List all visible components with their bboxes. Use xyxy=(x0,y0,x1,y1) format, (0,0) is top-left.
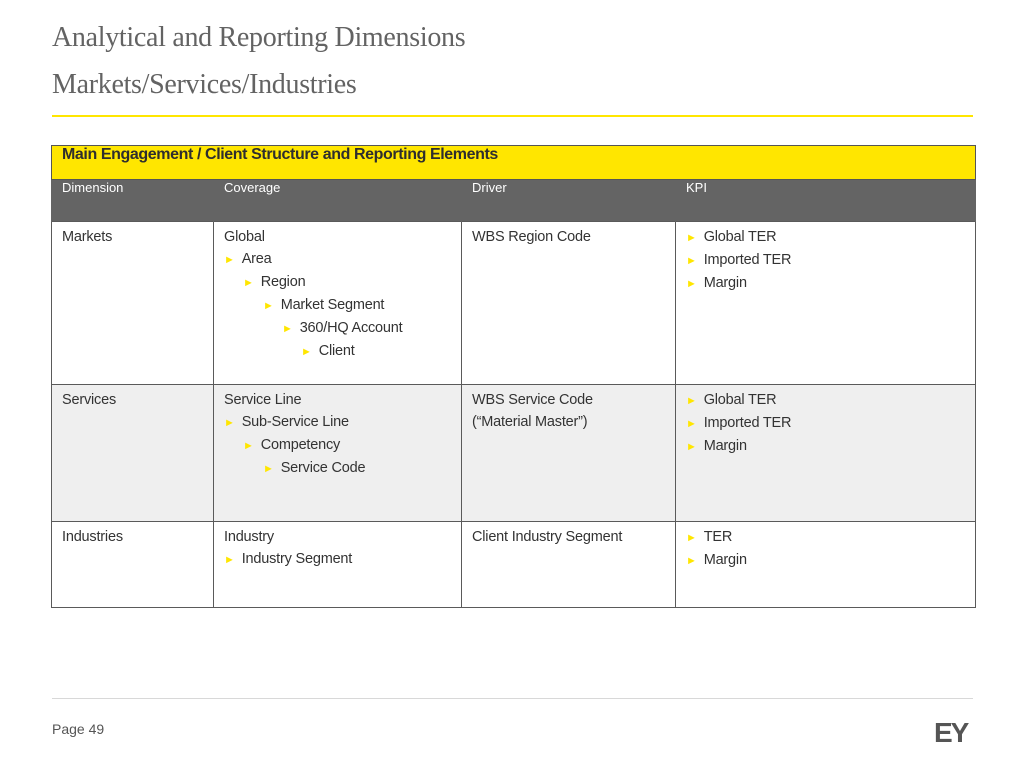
bullet-arrow-icon: ► xyxy=(224,554,235,566)
driver-line: Client Industry Segment xyxy=(472,526,665,548)
item-text: WBS Service Code xyxy=(472,392,593,408)
dimension-cell: Industries xyxy=(51,521,214,608)
title-divider xyxy=(52,115,973,117)
bullet-arrow-icon: ► xyxy=(243,277,254,289)
item-text: Sub-Service Line xyxy=(241,414,349,430)
kpi-item: ► Margin xyxy=(686,549,965,572)
item-text: Global TER xyxy=(703,229,777,245)
driver-line: WBS Region Code xyxy=(472,226,665,248)
driver-cell: WBS Service Code (“Material Master”) xyxy=(461,384,676,522)
kpi-item: ► Imported TER xyxy=(686,412,965,435)
coverage-cell: Industry ► Industry Segment xyxy=(213,521,462,608)
coverage-item: ► Region xyxy=(224,271,451,294)
item-text: Margin xyxy=(703,552,747,568)
page-title: Analytical and Reporting Dimensions xyxy=(52,22,466,53)
bullet-arrow-icon: ► xyxy=(686,555,697,567)
coverage-item: ► Area xyxy=(224,248,451,271)
bullet-arrow-icon: ► xyxy=(686,418,697,430)
item-text: Margin xyxy=(703,275,747,291)
coverage-cell: Global ► Area ► Region ► Market Segment ► 360/HQ… xyxy=(213,221,462,385)
item-text: Industry Segment xyxy=(241,551,353,567)
coverage-cell: Service Line ► Sub-Service Line ► Competency… xyxy=(213,384,462,522)
bullet-arrow-icon: ► xyxy=(686,255,697,267)
bullet-arrow-icon: ► xyxy=(686,395,697,407)
coverage-item: ► Competency xyxy=(224,434,451,457)
table-banner: Main Engagement / Client Structure and R… xyxy=(51,145,976,180)
bullet-arrow-icon: ► xyxy=(243,440,254,452)
item-text: Client xyxy=(318,343,355,359)
driver-line: (“Material Master”) xyxy=(472,411,665,433)
coverage-item: ► Service Code xyxy=(224,457,451,480)
dimension-cell: Markets xyxy=(51,221,214,385)
bullet-arrow-icon: ► xyxy=(224,254,235,266)
bullet-arrow-icon: ► xyxy=(686,278,697,290)
item-text: Market Segment xyxy=(280,297,385,313)
table-row: Industries Industry ► Industry Segment Cli… xyxy=(51,521,976,608)
bullet-arrow-icon: ► xyxy=(263,463,274,475)
bullet-arrow-icon: ► xyxy=(263,300,274,312)
column-header-driver: Driver xyxy=(461,179,676,222)
item-text: Industry xyxy=(224,529,274,545)
item-text: Region xyxy=(260,274,306,290)
page-number: Page 49 xyxy=(52,721,105,737)
coverage-item: ► Client xyxy=(224,340,451,363)
table-row: Services Service Line ► Sub-Service Line ► C… xyxy=(51,384,976,522)
item-text: Global TER xyxy=(703,392,777,408)
table-row: Markets Global ► Area ► Region ► Market Segmen… xyxy=(51,221,976,385)
column-header-dimension: Dimension xyxy=(51,179,214,222)
item-text: Imported TER xyxy=(703,415,792,431)
coverage-item: ► 360/HQ Account xyxy=(224,317,451,340)
kpi-item: ► Margin xyxy=(686,435,965,458)
bullet-arrow-icon: ► xyxy=(686,532,697,544)
bullet-arrow-icon: ► xyxy=(224,417,235,429)
dimensions-table: Main Engagement / Client Structure and R… xyxy=(51,145,976,608)
kpi-item: ► Margin xyxy=(686,272,965,295)
coverage-item: ► Sub-Service Line xyxy=(224,411,451,434)
footer-divider xyxy=(52,698,973,699)
ey-logo: EY xyxy=(934,717,969,748)
kpi-cell: ► Global TER ► Imported TER ► Margin xyxy=(675,221,976,385)
dimension-cell: Services xyxy=(51,384,214,522)
driver-cell: Client Industry Segment xyxy=(461,521,676,608)
item-text: (“Material Master”) xyxy=(472,414,588,430)
item-text: Client Industry Segment xyxy=(472,529,623,545)
coverage-item: Global xyxy=(224,226,451,248)
coverage-item: ► Market Segment xyxy=(224,294,451,317)
item-text: Margin xyxy=(703,438,747,454)
item-text: TER xyxy=(703,529,733,545)
coverage-item: Service Line xyxy=(224,389,451,411)
item-text: Global xyxy=(224,229,265,245)
kpi-item: ► Global TER xyxy=(686,389,965,412)
page-subtitle: Markets/Services/Industries xyxy=(52,69,357,100)
item-text: WBS Region Code xyxy=(472,229,591,245)
bullet-arrow-icon: ► xyxy=(301,346,312,358)
column-header-kpi: KPI xyxy=(675,179,976,222)
item-text: 360/HQ Account xyxy=(299,320,403,336)
item-text: Imported TER xyxy=(703,252,792,268)
coverage-item: Industry xyxy=(224,526,451,548)
item-text: Competency xyxy=(260,437,341,453)
bullet-arrow-icon: ► xyxy=(282,323,293,335)
kpi-item: ► Global TER xyxy=(686,226,965,249)
kpi-cell: ► TER ► Margin xyxy=(675,521,976,608)
coverage-item: ► Industry Segment xyxy=(224,548,451,571)
item-text: Service Line xyxy=(224,392,302,408)
kpi-item: ► TER xyxy=(686,526,965,549)
driver-cell: WBS Region Code xyxy=(461,221,676,385)
driver-line: WBS Service Code xyxy=(472,389,665,411)
bullet-arrow-icon: ► xyxy=(686,232,697,244)
column-header-coverage: Coverage xyxy=(213,179,462,222)
bullet-arrow-icon: ► xyxy=(686,441,697,453)
item-text: Service Code xyxy=(280,460,366,476)
kpi-cell: ► Global TER ► Imported TER ► Margin xyxy=(675,384,976,522)
item-text: Area xyxy=(241,251,272,267)
kpi-item: ► Imported TER xyxy=(686,249,965,272)
